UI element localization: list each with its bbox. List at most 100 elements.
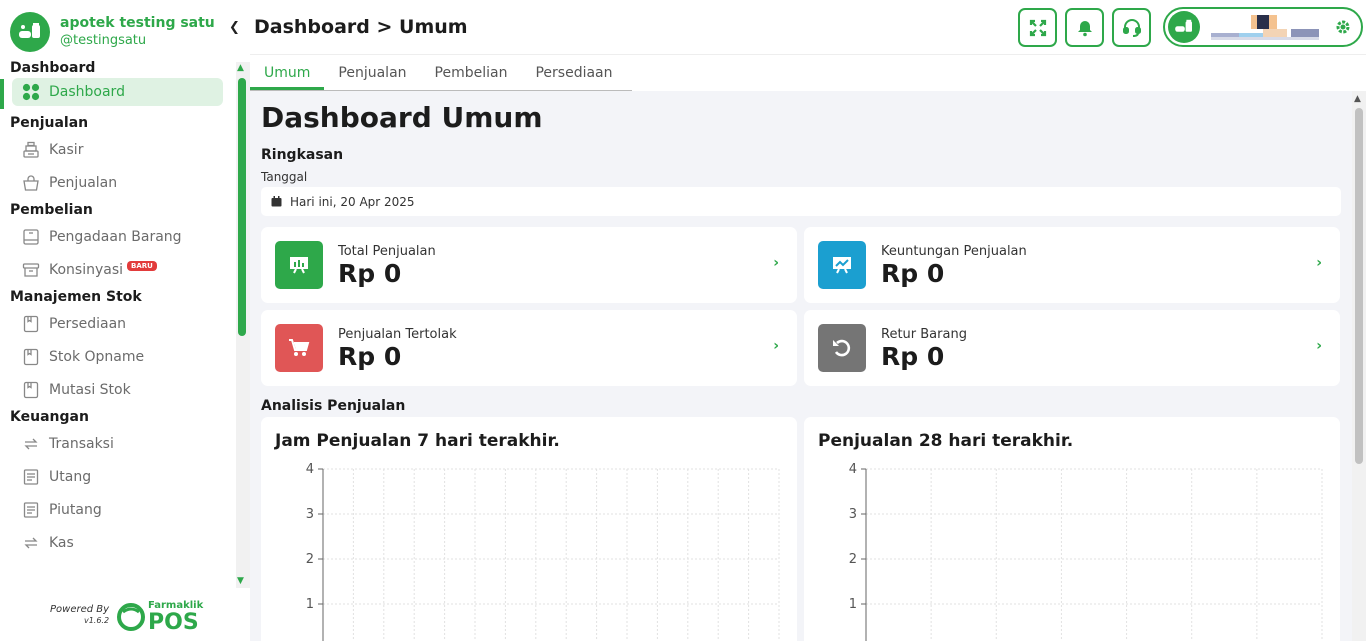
receipt-icon — [23, 468, 39, 485]
y-tick-label: 2 — [849, 552, 857, 567]
sidebar-item-label: Penjualan — [49, 174, 118, 191]
store-logo-icon — [1175, 19, 1192, 32]
sidebar-item-kas[interactable]: Kas — [0, 526, 236, 559]
card-retur-barang[interactable]: Retur Barang Rp 0 › — [804, 310, 1340, 386]
clipboard-icon — [23, 381, 39, 398]
tab-umum[interactable]: Umum — [250, 56, 325, 90]
store-brand[interactable]: apotek testing satu @testingsatu — [10, 12, 215, 52]
exchange-icon — [24, 537, 38, 548]
undo-icon — [818, 324, 866, 372]
profile-menu[interactable] — [1163, 7, 1363, 47]
sidebar-nav: Dashboard Dashboard Penjualan Kasir Penj… — [0, 58, 236, 559]
collapse-sidebar-icon[interactable]: ❮ — [229, 20, 240, 35]
sidebar-item-label: Pengadaan Barang — [49, 228, 182, 245]
exchange-icon — [24, 438, 38, 449]
main-scrollbar-thumb[interactable] — [1355, 108, 1363, 464]
summary-label: Ringkasan — [261, 147, 344, 163]
top-header: Dashboard > Umum — [250, 0, 1366, 55]
card-total-penjualan[interactable]: Total Penjualan Rp 0 › — [261, 227, 797, 303]
y-tick-label: 3 — [849, 507, 857, 522]
sidebar-item-pengadaan-barang[interactable]: Pengadaan Barang — [0, 220, 236, 253]
scroll-up-arrow-icon[interactable]: ▲ — [237, 63, 244, 73]
sidebar-item-label: Konsinyasi — [49, 261, 124, 278]
store-handle: @testingsatu — [60, 33, 147, 48]
tab-persediaan[interactable]: Persediaan — [521, 56, 626, 90]
main-content: Dashboard Umum Ringkasan Tanggal Hari in… — [250, 91, 1352, 641]
chevron-right-icon: › — [773, 255, 779, 271]
chart-board-icon — [275, 241, 323, 289]
section-manajemen-stok: Manajemen Stok — [10, 289, 142, 305]
card-keuntungan-penjualan[interactable]: Keuntungan Penjualan Rp 0 › — [804, 227, 1340, 303]
section-keuangan: Keuangan — [10, 409, 89, 425]
analysis-label: Analisis Penjualan — [261, 398, 406, 414]
trend-board-icon — [818, 241, 866, 289]
box-icon — [23, 228, 39, 245]
card-label: Keuntungan Penjualan — [881, 244, 1027, 259]
headset-icon — [1122, 18, 1141, 37]
chart-card-jam-penjualan: Jam Penjualan 7 hari terakhir. 43210 — [261, 417, 797, 641]
sidebar-item-stok-opname[interactable]: Stok Opname — [0, 340, 236, 373]
card-value: Rp 0 — [338, 259, 402, 288]
y-tick-label: 4 — [306, 462, 314, 477]
card-label: Retur Barang — [881, 327, 967, 342]
section-penjualan: Penjualan — [10, 115, 89, 131]
y-tick-label: 4 — [849, 462, 857, 477]
chart-penjualan-28: 43210 — [849, 462, 1323, 641]
sidebar-item-label: Piutang — [49, 501, 102, 518]
app-version: v1.6.2 — [83, 616, 110, 625]
sidebar-item-label: Dashboard — [49, 84, 125, 100]
chevron-right-icon: › — [773, 338, 779, 354]
powered-by: Powered By v1.6.2 — [50, 604, 109, 626]
clipboard-icon — [23, 315, 39, 332]
avatar — [1168, 11, 1200, 43]
sidebar-item-piutang[interactable]: Piutang — [0, 493, 236, 526]
y-tick-label: 3 — [306, 507, 314, 522]
sidebar-item-utang[interactable]: Utang — [0, 460, 236, 493]
farmaklik-logo-icon — [117, 603, 145, 631]
date-picker[interactable]: Hari ini, 20 Apr 2025 — [261, 187, 1341, 216]
sidebar-item-label: Stok Opname — [49, 348, 145, 365]
y-tick-label: 1 — [306, 597, 314, 612]
archive-icon — [22, 262, 40, 277]
date-value: Hari ini, 20 Apr 2025 — [290, 194, 415, 209]
chevron-right-icon: › — [1316, 255, 1322, 271]
sidebar-item-dashboard[interactable]: Dashboard — [12, 78, 223, 106]
y-tick-label: 2 — [306, 552, 314, 567]
sidebar-item-label: Mutasi Stok — [49, 381, 131, 398]
section-pembelian: Pembelian — [10, 202, 93, 218]
sidebar-item-label: Kas — [49, 534, 74, 551]
card-value: Rp 0 — [338, 342, 402, 371]
y-tick-label: 1 — [849, 597, 857, 612]
sidebar-item-transaksi[interactable]: Transaksi — [0, 427, 236, 460]
sidebar-item-mutasi-stok[interactable]: Mutasi Stok — [0, 373, 236, 406]
card-penjualan-tertolak[interactable]: Penjualan Tertolak Rp 0 › — [261, 310, 797, 386]
sidebar-scrollbar-thumb[interactable] — [238, 78, 246, 336]
dashboard-tabs: Umum Penjualan Pembelian Persediaan — [250, 56, 632, 91]
card-value: Rp 0 — [881, 342, 945, 371]
new-badge: BARU — [127, 260, 157, 271]
sidebar-item-label: Transaksi — [49, 435, 114, 452]
sidebar-item-label: Persediaan — [49, 315, 127, 332]
tab-penjualan[interactable]: Penjualan — [324, 56, 420, 90]
support-button[interactable] — [1112, 8, 1151, 47]
card-label: Total Penjualan — [338, 244, 436, 259]
notification-button[interactable] — [1065, 8, 1104, 47]
calendar-icon — [271, 196, 282, 207]
sidebar-item-persediaan[interactable]: Persediaan — [0, 307, 236, 340]
sidebar-item-label: Kasir — [49, 141, 84, 158]
sidebar-item-konsinyasi[interactable]: Konsinyasi BARU — [0, 253, 236, 286]
scroll-down-arrow-icon[interactable]: ▼ — [237, 576, 244, 586]
clipboard-icon — [23, 348, 39, 365]
logo-big-text: POS — [148, 610, 199, 635]
sidebar-item-penjualan[interactable]: Penjualan — [0, 166, 236, 199]
tab-pembelian[interactable]: Pembelian — [421, 56, 522, 90]
farmaklik-logo: Farmaklik POS — [117, 600, 203, 634]
powered-by-label: Powered By — [50, 604, 110, 615]
sidebar-item-kasir[interactable]: Kasir — [0, 133, 236, 166]
chart-jam-penjualan: 43210 — [306, 462, 780, 641]
chart-title: Jam Penjualan 7 hari terakhir. — [275, 431, 560, 451]
cart-icon — [275, 324, 323, 372]
store-name: apotek testing satu — [60, 15, 215, 31]
fullscreen-button[interactable] — [1018, 8, 1057, 47]
scroll-up-arrow-icon[interactable]: ▲ — [1354, 94, 1361, 104]
